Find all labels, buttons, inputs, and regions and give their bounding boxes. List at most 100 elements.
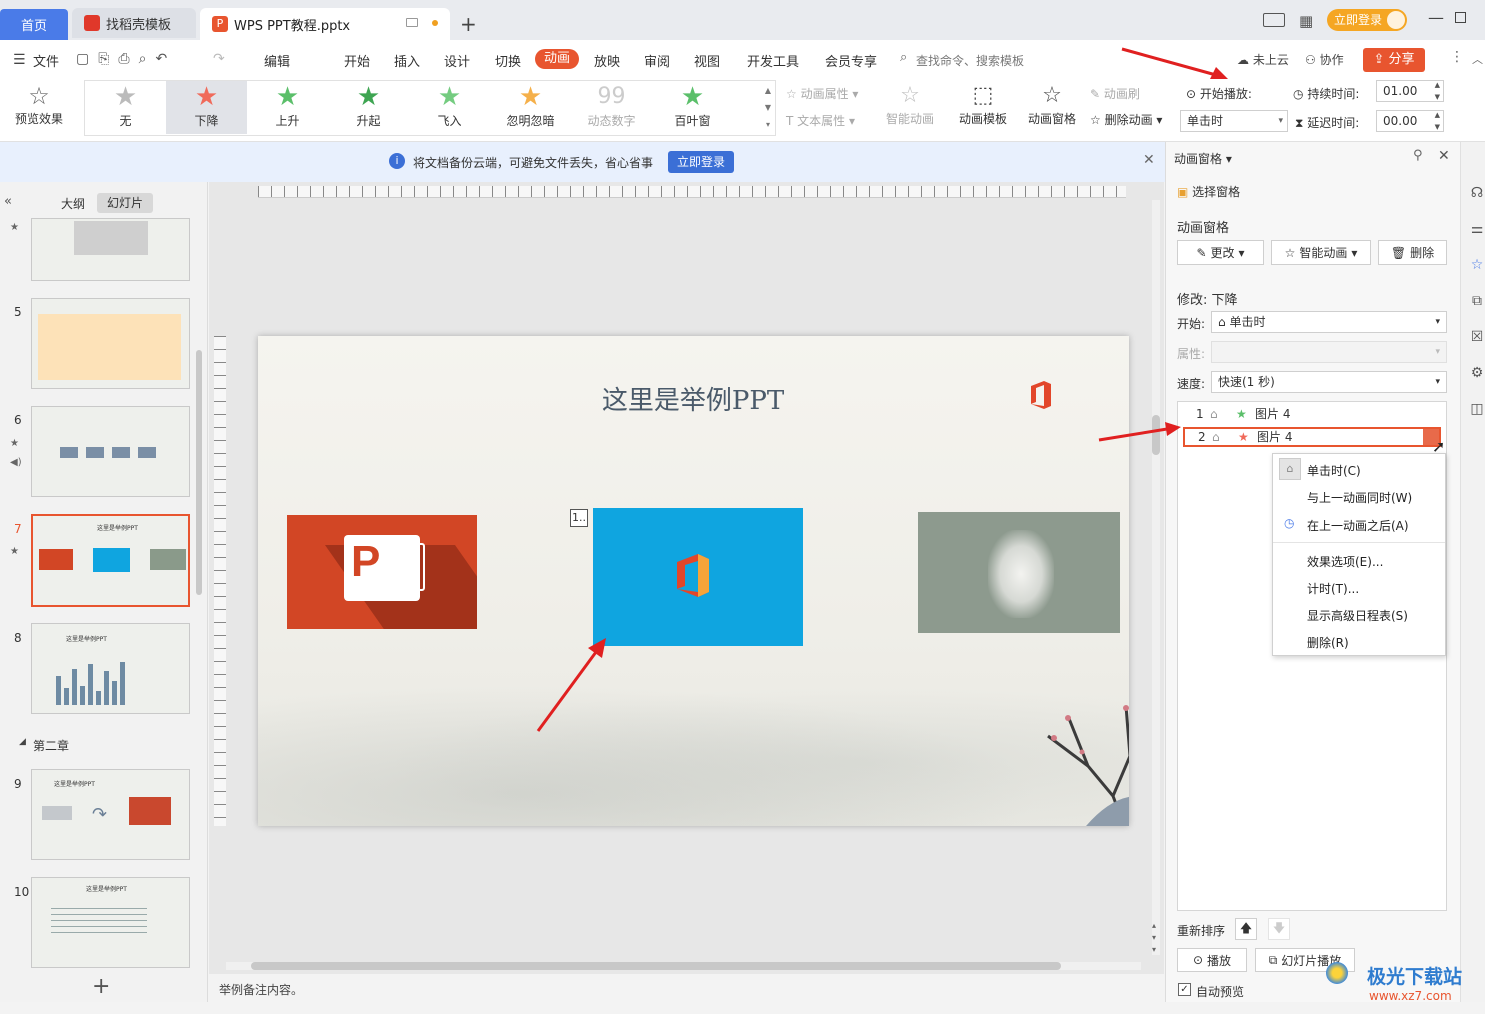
duration-input[interactable]: 01.00 ▲ ▼ [1376, 80, 1444, 102]
animation-item[interactable]: 1 ⌂ ★ 图片 4 [1182, 404, 1442, 424]
delete-anim-button[interactable]: ☆ 删除动画 ▾ [1090, 111, 1162, 128]
anim-brush-button[interactable]: ✎ 动画刷 [1090, 85, 1140, 102]
apps-grid-icon[interactable]: ▦ [1299, 12, 1313, 30]
collab-button[interactable]: ⚇ 协作 [1305, 51, 1344, 68]
menu-file[interactable]: 文件 [33, 51, 59, 70]
monitor-icon[interactable] [406, 18, 418, 27]
collapse-ribbon-icon[interactable]: ︿ [1472, 51, 1483, 67]
anim-props-button[interactable]: ☆ 动画属性 ▾ [786, 85, 858, 102]
gray-noise-image[interactable] [918, 512, 1120, 633]
ctx-timing[interactable]: 计时(T)... [1307, 580, 1359, 597]
effect-drop[interactable]: ★ 下降 [166, 81, 247, 134]
menu-edit[interactable]: 编辑 [264, 51, 290, 70]
effect-blinds[interactable]: ★ 百叶窗 [652, 81, 733, 134]
close-icon[interactable]: ✕ [1438, 148, 1450, 164]
slide-title[interactable]: 这里是举例PPT [258, 380, 1129, 417]
ctx-after-previous[interactable]: 在上一动画之后(A) [1307, 517, 1409, 534]
tab-outline[interactable]: 大纲 [61, 195, 85, 212]
slide-thumb-5[interactable] [31, 298, 190, 389]
select-pane-link[interactable]: ▣ 选择窗格 [1177, 183, 1240, 200]
effect-rise[interactable]: ★ 上升 [247, 81, 328, 134]
menu-review[interactable]: 审阅 [644, 51, 670, 70]
minimize-icon[interactable]: — [1428, 8, 1444, 27]
tab-home[interactable]: 首页 [0, 9, 68, 40]
effect-none[interactable]: ★ 无 [85, 81, 166, 134]
move-up-button[interactable]: 🡅 [1235, 918, 1257, 940]
left-scrollbar[interactable] [196, 350, 202, 595]
canvas-hscroll[interactable] [226, 962, 1141, 970]
canvas-hscroll-thumb[interactable] [251, 962, 1061, 970]
anim-template-button[interactable]: ⬚ 动画模板 [952, 82, 1014, 127]
menu-view[interactable]: 视图 [694, 51, 720, 70]
share-button[interactable]: ⇪ 分享 [1363, 48, 1425, 72]
more-icon[interactable]: ⋮ [1450, 49, 1464, 65]
ctx-delete[interactable]: 删除(R) [1307, 634, 1349, 651]
slide-thumb-9[interactable]: 这里是举例PPT ↷ [31, 769, 190, 860]
notify-login-button[interactable]: 立即登录 [668, 151, 734, 173]
slide-thumb-10[interactable]: 这里是举例PPT [31, 877, 190, 968]
start-play-select[interactable]: 单击时 ▾ [1180, 110, 1288, 132]
effect-flicker[interactable]: ★ 忽明忽暗 [490, 81, 571, 134]
ctx-effect-options[interactable]: 效果选项(E)... [1307, 553, 1383, 570]
smart-animation-button[interactable]: ☆ 智能动画 [880, 82, 940, 127]
cloud-status[interactable]: ☁ 未上云 [1237, 51, 1289, 68]
preview-effect-button[interactable]: ☆ 预览效果 [8, 82, 70, 127]
stepper-icon[interactable]: ▲ ▼ [1435, 79, 1440, 103]
text-props-button[interactable]: T 文本属性 ▾ [786, 112, 855, 129]
play-button[interactable]: ⊙ 播放 [1177, 948, 1247, 972]
maximize-icon[interactable] [1455, 12, 1466, 23]
command-search[interactable]: 查找命令、搜索模板 [916, 52, 1024, 69]
pane-delete-button[interactable]: 🗑 删除 [1378, 240, 1447, 265]
section-title[interactable]: 第二章 [33, 737, 69, 754]
close-icon[interactable]: ✕ [1143, 152, 1155, 168]
menu-design[interactable]: 设计 [444, 51, 470, 70]
side-tool-icons[interactable]: ☊ ⚌ ☆ ⧉ ☒ ⚙ ◫ [1467, 175, 1485, 427]
animation-tag[interactable]: 1.. [570, 509, 588, 527]
ctx-on-click[interactable]: 单击时(C) [1307, 462, 1361, 479]
menu-start[interactable]: 开始 [344, 51, 370, 70]
tab-docer[interactable]: 找稻壳模板 [72, 8, 196, 38]
ctx-with-previous[interactable]: 与上一动画同时(W) [1307, 489, 1412, 506]
start-select[interactable]: ⌂ 单击时 ▾ [1211, 311, 1447, 333]
quick-access-icons[interactable]: ▢⎘⎙⌕↶ [76, 51, 176, 67]
pane-header[interactable]: 动画窗格 ▾ [1174, 150, 1232, 167]
hamburger-icon[interactable]: ☰ [13, 52, 26, 68]
slide-thumb-8[interactable]: 这里是举例PPT [31, 623, 190, 714]
tab-slides[interactable]: 幻灯片 [97, 193, 153, 213]
menu-animation[interactable]: 动画 [535, 49, 579, 69]
canvas-vscroll[interactable] [1152, 200, 1160, 955]
slide-thumb-6[interactable] [31, 406, 190, 497]
effect-fly-in[interactable]: ★ 飞入 [409, 81, 490, 134]
menu-transition[interactable]: 切换 [495, 51, 521, 70]
stepper-icon[interactable]: ▲ ▼ [1435, 109, 1440, 133]
slide-thumb-4[interactable] [31, 218, 190, 281]
animation-item-selected[interactable]: 2 ⌂ ★ 图片 4 [1183, 427, 1441, 447]
pin-icon[interactable]: ⚲ [1413, 148, 1423, 163]
collapse-left-icon[interactable]: « [4, 194, 12, 209]
attr-select[interactable]: ▾ [1211, 341, 1447, 363]
ctx-advanced-timeline[interactable]: 显示高级日程表(S) [1307, 607, 1408, 624]
layout-icon[interactable] [1263, 13, 1285, 27]
ppt-logo-image[interactable]: P [287, 515, 477, 629]
redo-icon[interactable]: ↷ [213, 51, 225, 67]
search-icon[interactable]: ⌕ [900, 50, 907, 65]
new-tab-icon[interactable]: + [460, 12, 477, 36]
effect-ascend[interactable]: ★ 升起 [328, 81, 409, 134]
slide-thumb-7-active[interactable]: 这里是举例PPT [31, 514, 190, 607]
section-collapse-icon[interactable]: ◢ [19, 737, 26, 747]
slide[interactable]: 这里是举例PPT P 1.. [258, 336, 1129, 826]
menu-member[interactable]: 会员专享 [825, 51, 877, 70]
office-logo-image[interactable] [593, 508, 803, 646]
notes-text[interactable]: 举例备注内容。 [219, 981, 303, 998]
effect-dynamic-number[interactable]: 99 动态数字 [571, 81, 652, 134]
menu-insert[interactable]: 插入 [394, 51, 420, 70]
add-slide-icon[interactable]: + [92, 974, 110, 999]
autopreview-checkbox[interactable]: ✓ [1178, 983, 1191, 996]
tab-document[interactable]: P WPS PPT教程.pptx [200, 8, 450, 40]
login-button[interactable]: 立即登录 [1327, 9, 1407, 31]
gallery-scroll[interactable]: ▲ ▼ ▾ [761, 82, 775, 134]
move-down-button[interactable]: 🡇 [1268, 918, 1290, 940]
delay-input[interactable]: 00.00 ▲ ▼ [1376, 110, 1444, 132]
smart-anim-button[interactable]: ☆ 智能动画 ▾ [1271, 240, 1371, 265]
menu-slideshow[interactable]: 放映 [594, 51, 620, 70]
